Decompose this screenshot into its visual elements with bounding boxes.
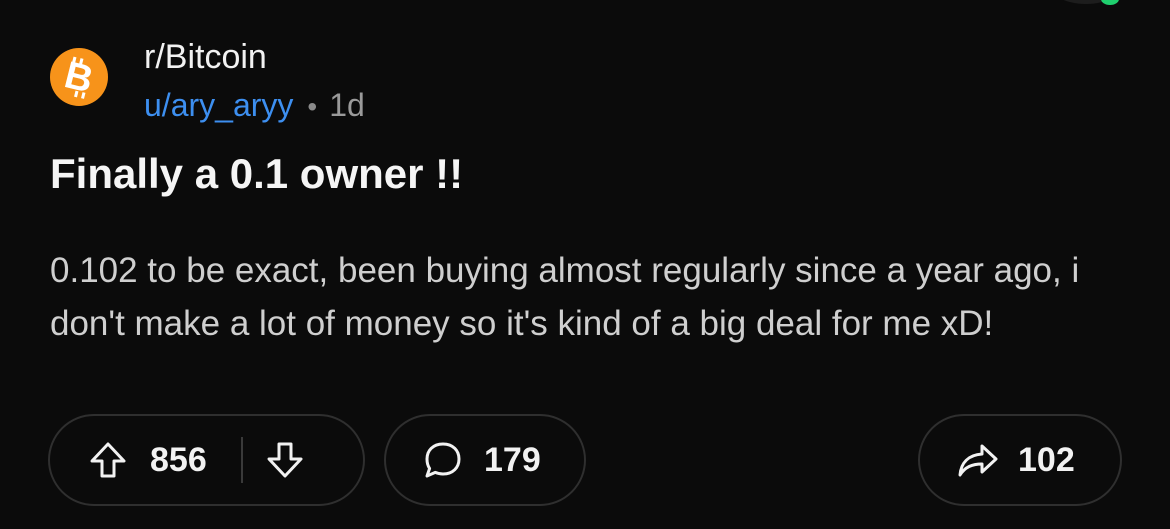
svg-text:B: B: [60, 54, 97, 101]
vote-bar: 856: [48, 414, 365, 506]
post-meta: u/ary_aryy • 1d: [144, 87, 365, 124]
share-count: 102: [1018, 440, 1075, 479]
subreddit-name[interactable]: r/Bitcoin: [144, 38, 267, 77]
meta-separator: •: [307, 91, 318, 122]
arrow-up-icon[interactable]: [88, 440, 128, 480]
post-title[interactable]: Finally a 0.1 owner !!: [50, 150, 463, 198]
post-age: 1d: [329, 87, 365, 123]
arrow-down-icon[interactable]: [265, 440, 305, 480]
author-username[interactable]: u/ary_aryy: [144, 87, 293, 124]
share-arrow-icon: [956, 440, 1000, 480]
post-body: 0.102 to be exact, been buying almost re…: [50, 251, 1080, 343]
vote-divider: [240, 437, 243, 483]
upvote-count: 856: [150, 440, 207, 479]
online-status-dot: [1101, 0, 1119, 5]
share-button[interactable]: 102: [918, 414, 1122, 506]
comments-button[interactable]: 179: [384, 414, 586, 506]
comment-count: 179: [484, 440, 541, 479]
speech-bubble-icon: [422, 439, 464, 481]
bitcoin-logo-icon[interactable]: B: [50, 48, 108, 106]
